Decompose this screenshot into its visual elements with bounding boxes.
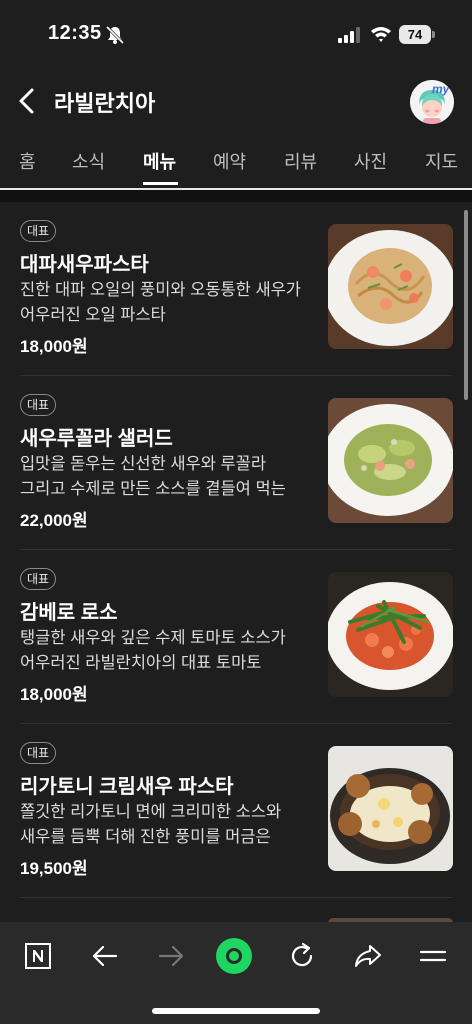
- menu-item[interactable]: 대표 새우루꼴라 샐러드 입맛을 돋우는 신선한 새우와 루꼴라 그리고 수제로…: [0, 376, 472, 550]
- menu-item-price: 18,000원: [20, 337, 88, 356]
- battery-tip: [432, 31, 435, 38]
- browser-forward-button[interactable]: [151, 936, 191, 976]
- signature-badge: 대표: [20, 568, 57, 590]
- status-bar: 12:35 74: [0, 0, 472, 70]
- green-dot-button[interactable]: [214, 936, 254, 976]
- browser-back-button[interactable]: [85, 936, 125, 976]
- share-arrow-icon: [355, 945, 381, 967]
- bell-off-icon: [105, 25, 125, 45]
- rigatoni-cream-shrimp-image: [328, 746, 453, 871]
- signature-badge: 대표: [20, 220, 57, 242]
- naver-home-button[interactable]: [18, 936, 58, 976]
- signature-badge: 대표: [20, 394, 57, 416]
- menu-item-name: 리가토니 크림새우 파스타: [20, 776, 234, 798]
- status-time: 12:35: [48, 22, 102, 44]
- arrow-right-icon: [158, 945, 184, 967]
- shrimp-arugula-salad-image: [328, 398, 453, 523]
- menu-button[interactable]: [413, 936, 453, 976]
- menu-list: 대표 대파새우파스타 진한 대파 오일의 풍미와 오동통한 새우가 어우러진 오…: [0, 202, 472, 922]
- battery-level: 74: [399, 25, 431, 44]
- tab-map[interactable]: 지도: [425, 148, 458, 174]
- menu-item-partial[interactable]: [0, 898, 472, 922]
- green-dot-icon: [216, 938, 252, 974]
- menu-item-photo[interactable]: [328, 746, 453, 871]
- tab-bar: 홈 소식 메뉴 예약 리뷰 사진 지도: [0, 132, 472, 190]
- page-title: 라빌란치아: [54, 91, 156, 116]
- cellular-signal-icon: [338, 27, 360, 43]
- menu-item-description: 진한 대파 오일의 풍미와 오동통한 새우가 어우러진 오일 파스타: [20, 281, 301, 324]
- menu-item[interactable]: 대표 리가토니 크림새우 파스타 쫄깃한 리가토니 면에 크리미한 소스와 새우…: [0, 724, 472, 898]
- menu-item-description: 탱글한 새우와 깊은 수제 토마토 소스가 어우러진 라빌란치아의 대표 토마토…: [20, 629, 286, 672]
- menu-item[interactable]: 대표 대파새우파스타 진한 대파 오일의 풍미와 오동통한 새우가 어우러진 오…: [0, 202, 472, 376]
- active-tab-indicator: [143, 182, 178, 185]
- gambero-rosso-pasta-image: [328, 572, 453, 697]
- menu-item-name: 감베로 로소: [20, 602, 118, 624]
- signature-badge: 대표: [20, 742, 57, 764]
- menu-item-name: 새우루꼴라 샐러드: [20, 428, 173, 450]
- share-button[interactable]: [348, 936, 388, 976]
- browser-toolbar: [0, 922, 472, 1024]
- menu-item-description: 쫄깃한 리가토니 면에 크리미한 소스와 새우를 듬뿍 더해 진한 풍미를 머금…: [20, 803, 282, 846]
- profile-my-label: my: [432, 82, 450, 96]
- tab-menu[interactable]: 메뉴: [143, 148, 176, 174]
- tab-photo[interactable]: 사진: [354, 148, 387, 174]
- reload-icon: [291, 942, 313, 967]
- menu-item-photo[interactable]: [328, 224, 453, 349]
- menu-item-photo[interactable]: [328, 398, 453, 523]
- back-arrow-icon[interactable]: [14, 86, 42, 116]
- tab-home[interactable]: 홈: [19, 148, 36, 174]
- menu-item-name: 대파새우파스타: [20, 254, 149, 276]
- menu-item[interactable]: 대표 감베로 로소 탱글한 새우와 깊은 수제 토마토 소스가 어우러진 라빌란…: [0, 550, 472, 724]
- home-indicator[interactable]: [152, 1008, 320, 1014]
- profile-avatar[interactable]: my: [410, 80, 454, 124]
- tab-news[interactable]: 소식: [72, 148, 105, 174]
- wifi-icon: [371, 27, 391, 42]
- arrow-left-icon: [92, 945, 118, 967]
- tab-review[interactable]: 리뷰: [284, 148, 317, 174]
- tab-reservation[interactable]: 예약: [213, 148, 246, 174]
- menu-item-price: 19,500원: [20, 859, 88, 878]
- menu-item-photo[interactable]: [328, 572, 453, 697]
- menu-item-price: 18,000원: [20, 685, 88, 704]
- scrollbar[interactable]: [464, 210, 468, 400]
- menu-item-description: 입맛을 돋우는 신선한 새우와 루꼴라 그리고 수제로 만든 소스를 곁들여 먹…: [20, 455, 286, 498]
- hamburger-menu-icon: [419, 950, 447, 962]
- battery-indicator: 74: [399, 25, 435, 44]
- naver-n-icon: [25, 943, 51, 969]
- reload-button[interactable]: [282, 936, 322, 976]
- section-gap: [0, 190, 472, 202]
- header: 라빌란치아 my: [0, 70, 472, 132]
- shrimp-oil-pasta-image: [328, 224, 453, 349]
- menu-item-price: 22,000원: [20, 511, 88, 530]
